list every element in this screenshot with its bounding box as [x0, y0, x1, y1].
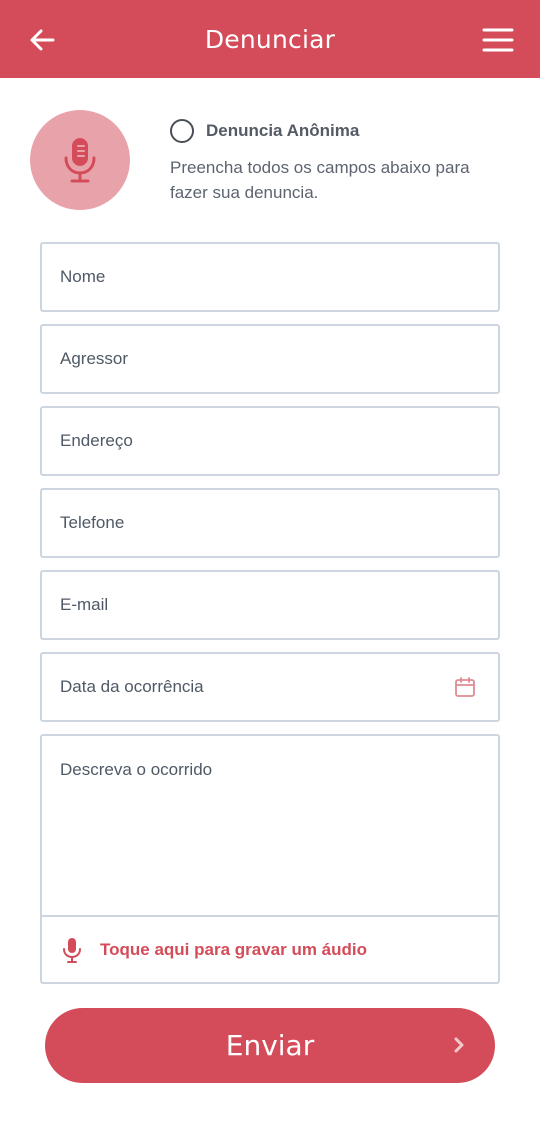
- description-placeholder: Descreva o ocorrido: [60, 760, 213, 779]
- email-placeholder: E-mail: [60, 595, 109, 614]
- endereco-placeholder: Endereço: [60, 431, 133, 450]
- date-placeholder: Data da ocorrência: [60, 677, 204, 696]
- telefone-field[interactable]: Telefone: [40, 488, 500, 558]
- record-audio-label: Toque aqui para gravar um áudio: [100, 939, 368, 959]
- endereco-field[interactable]: Endereço: [40, 406, 500, 476]
- submit-label: Enviar: [225, 1029, 315, 1062]
- calendar-icon[interactable]: [454, 676, 476, 698]
- record-audio-link[interactable]: Toque aqui para gravar um áudio: [42, 917, 498, 982]
- telefone-placeholder: Telefone: [60, 513, 125, 532]
- submit-button[interactable]: Enviar: [45, 1008, 495, 1083]
- anonymous-toggle[interactable]: Denuncia Anônima: [170, 118, 359, 144]
- microphone-icon: [64, 138, 96, 183]
- app-header: Denunciar: [0, 0, 540, 78]
- description-textarea[interactable]: Descreva o ocorrido Toque aqui para grav…: [40, 734, 500, 984]
- record-audio-button[interactable]: [30, 110, 130, 210]
- anonymous-label: Denuncia Anônima: [206, 121, 360, 140]
- microphone-small-icon: [63, 937, 81, 963]
- agressor-field[interactable]: Agressor: [40, 324, 500, 394]
- menu-button[interactable]: [478, 20, 518, 60]
- chevron-right-icon: [454, 1037, 464, 1053]
- nome-field[interactable]: Nome: [40, 242, 500, 312]
- anonymous-radio[interactable]: [170, 119, 194, 143]
- date-field[interactable]: Data da ocorrência: [40, 652, 500, 722]
- page-title: Denunciar: [204, 25, 336, 54]
- agressor-placeholder: Agressor: [60, 349, 129, 368]
- help-text: Preencha todos os campos abaixo para faz…: [170, 158, 470, 202]
- email-field[interactable]: E-mail: [40, 570, 500, 640]
- nome-placeholder: Nome: [60, 267, 106, 286]
- hamburger-menu-icon: [482, 28, 514, 52]
